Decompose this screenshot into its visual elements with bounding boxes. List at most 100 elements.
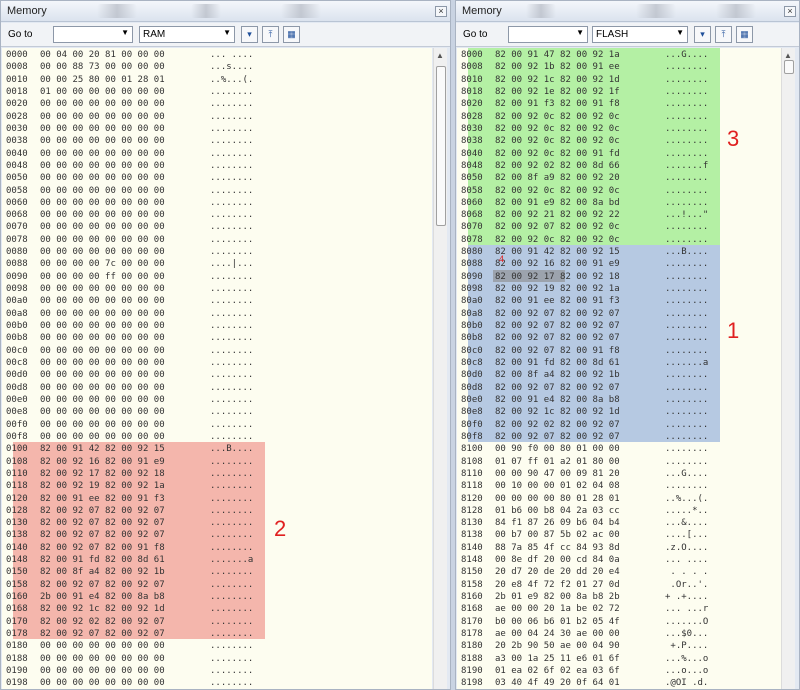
row-ascii[interactable]: ........: [665, 74, 708, 86]
vertical-scrollbar[interactable]: ▲: [781, 48, 795, 689]
row-hex-bytes[interactable]: 00 00 00 00 00 00 00 00: [40, 345, 165, 357]
row-hex-bytes[interactable]: 82 00 92 07 82 00 92 07: [495, 431, 620, 443]
row-hex-bytes[interactable]: 82 00 92 07 82 00 91 f8: [495, 345, 620, 357]
title-bar[interactable]: Memory ×: [456, 1, 799, 22]
row-ascii[interactable]: ........: [210, 332, 253, 344]
row-hex-bytes[interactable]: 82 00 91 f3 82 00 91 f8: [495, 98, 620, 110]
refresh-button[interactable]: ⤒: [715, 26, 732, 43]
row-hex-bytes[interactable]: 84 f1 87 26 09 b6 04 b4: [495, 517, 620, 529]
row-ascii[interactable]: ........: [665, 123, 708, 135]
row-ascii[interactable]: ........: [665, 111, 708, 123]
row-hex-bytes[interactable]: 00 00 00 00 00 00 00 00: [40, 665, 165, 677]
row-ascii[interactable]: ........: [665, 234, 708, 246]
title-bar[interactable]: Memory ×: [1, 1, 450, 22]
row-hex-bytes[interactable]: 00 00 00 00 00 00 00 00: [40, 98, 165, 110]
row-hex-bytes[interactable]: 82 00 92 19 82 00 92 1a: [495, 283, 620, 295]
memory-type-select[interactable]: FLASH ▼: [592, 26, 688, 43]
row-ascii[interactable]: ........: [665, 61, 708, 73]
row-ascii[interactable]: ...$0...: [665, 628, 708, 640]
row-ascii[interactable]: ........: [210, 542, 253, 554]
row-hex-bytes[interactable]: 00 00 00 00 00 00 00 00: [40, 357, 165, 369]
row-ascii[interactable]: ........: [210, 111, 253, 123]
row-ascii[interactable]: ........: [210, 221, 253, 233]
refresh-button[interactable]: ⤒: [262, 26, 279, 43]
row-ascii[interactable]: ... ...r: [665, 603, 708, 615]
row-ascii[interactable]: ... ....: [665, 554, 708, 566]
memory-type-select[interactable]: RAM ▼: [139, 26, 235, 43]
row-hex-bytes[interactable]: 01 ea 02 6f 02 ea 03 6f: [495, 665, 620, 677]
row-hex-bytes[interactable]: 82 00 92 1c 82 00 92 1d: [495, 406, 620, 418]
close-button[interactable]: ×: [435, 6, 447, 17]
row-hex-bytes[interactable]: 82 00 92 07 82 00 92 07: [495, 382, 620, 394]
row-ascii[interactable]: ........: [210, 591, 253, 603]
row-hex-bytes[interactable]: b0 00 06 b6 01 b2 05 4f: [495, 616, 620, 628]
row-hex-bytes[interactable]: 82 00 91 47 82 00 92 1a: [495, 49, 620, 61]
row-ascii[interactable]: +.P....: [665, 640, 708, 652]
row-hex-bytes[interactable]: 82 00 8f a9 82 00 92 20: [495, 172, 620, 184]
row-ascii[interactable]: ........: [210, 529, 253, 541]
row-ascii[interactable]: ........: [665, 86, 708, 98]
row-ascii[interactable]: ........: [210, 160, 253, 172]
row-hex-bytes[interactable]: 82 00 92 07 82 00 92 07: [495, 308, 620, 320]
scroll-thumb[interactable]: [784, 60, 794, 74]
row-ascii[interactable]: ........: [665, 148, 708, 160]
row-ascii[interactable]: ........: [665, 345, 708, 357]
row-ascii[interactable]: ........: [210, 369, 253, 381]
row-ascii[interactable]: ........: [210, 406, 253, 418]
row-hex-bytes[interactable]: 82 00 92 07 82 00 92 07: [495, 332, 620, 344]
memory-options-button[interactable]: ▦: [736, 26, 753, 43]
row-ascii[interactable]: ........: [210, 271, 253, 283]
row-ascii[interactable]: ........: [210, 616, 253, 628]
row-ascii[interactable]: .......a: [665, 357, 708, 369]
memory-view[interactable]: 0000 00 04 00 20 81 00 00 00... .... 0008 0…: [2, 48, 432, 689]
row-hex-bytes[interactable]: 00 00 00 00 00 00 00 00: [40, 111, 165, 123]
row-hex-bytes[interactable]: 82 00 91 ee 82 00 91 f3: [495, 295, 620, 307]
row-hex-bytes[interactable]: 00 00 00 00 00 00 00 00: [40, 419, 165, 431]
row-hex-bytes[interactable]: 00 00 00 00 00 00 00 00: [40, 406, 165, 418]
row-ascii[interactable]: ...%...o: [665, 653, 708, 665]
row-ascii[interactable]: ........: [210, 234, 253, 246]
row-hex-bytes[interactable]: 82 00 92 07 82 00 92 07: [40, 529, 165, 541]
row-hex-bytes[interactable]: 00 00 00 00 00 00 00 00: [40, 246, 165, 258]
memory-options-button[interactable]: ▦: [283, 26, 300, 43]
row-hex-bytes[interactable]: 00 00 00 00 00 00 00 00: [40, 148, 165, 160]
row-ascii[interactable]: ........: [665, 135, 708, 147]
row-hex-bytes[interactable]: 00 00 00 00 00 00 00 00: [40, 197, 165, 209]
row-ascii[interactable]: .@OI .d.: [665, 677, 708, 689]
row-hex-bytes[interactable]: 82 00 92 1c 82 00 92 1d: [40, 603, 165, 615]
row-ascii[interactable]: ........: [210, 123, 253, 135]
row-hex-bytes[interactable]: 20 e8 4f 72 f2 01 27 0d: [495, 579, 620, 591]
row-hex-bytes[interactable]: 00 00 00 00 00 00 00 00: [40, 640, 165, 652]
row-hex-bytes[interactable]: 00 00 00 00 00 00 00 00: [40, 234, 165, 246]
row-hex-bytes[interactable]: 00 00 90 47 00 09 81 20: [495, 468, 620, 480]
row-ascii[interactable]: ........: [210, 517, 253, 529]
row-hex-bytes[interactable]: 00 00 00 00 00 00 00 00: [40, 332, 165, 344]
row-ascii[interactable]: ........: [210, 493, 253, 505]
row-ascii[interactable]: ... ....: [210, 49, 253, 61]
row-ascii[interactable]: ........: [665, 98, 708, 110]
row-ascii[interactable]: ........: [665, 295, 708, 307]
row-hex-bytes[interactable]: 20 2b 90 50 ae 00 04 90: [495, 640, 620, 652]
row-hex-bytes[interactable]: 88 7a 85 4f cc 84 93 8d: [495, 542, 620, 554]
row-ascii[interactable]: ........: [210, 640, 253, 652]
row-ascii[interactable]: ........: [665, 283, 708, 295]
row-ascii[interactable]: ........: [210, 283, 253, 295]
row-ascii[interactable]: ........: [210, 320, 253, 332]
row-hex-bytes[interactable]: 20 d7 20 de 20 dd 20 e4: [495, 566, 620, 578]
row-ascii[interactable]: ........: [210, 345, 253, 357]
row-ascii[interactable]: ........: [665, 308, 708, 320]
row-hex-bytes[interactable]: 82 00 92 21 82 00 92 22: [495, 209, 620, 221]
row-hex-bytes[interactable]: 82 00 91 e9 82 00 8a bd: [495, 197, 620, 209]
row-ascii[interactable]: ........: [210, 566, 253, 578]
row-ascii[interactable]: ........: [665, 185, 708, 197]
row-ascii[interactable]: ........: [210, 579, 253, 591]
row-hex-bytes[interactable]: 00 00 00 00 00 00 00 00: [40, 295, 165, 307]
row-ascii[interactable]: ........: [665, 197, 708, 209]
row-hex-bytes[interactable]: 82 00 92 0c 82 00 92 0c: [495, 135, 620, 147]
row-hex-bytes[interactable]: 2b 00 91 e4 82 00 8a b8: [40, 591, 165, 603]
row-hex-bytes[interactable]: 82 00 91 e4 82 00 8a b8: [495, 394, 620, 406]
row-ascii[interactable]: ........: [210, 394, 253, 406]
row-hex-bytes[interactable]: 82 00 92 07 82 00 91 f8: [40, 542, 165, 554]
row-hex-bytes[interactable]: 82 00 92 0c 82 00 92 0c: [495, 185, 620, 197]
row-ascii[interactable]: ........: [210, 480, 253, 492]
